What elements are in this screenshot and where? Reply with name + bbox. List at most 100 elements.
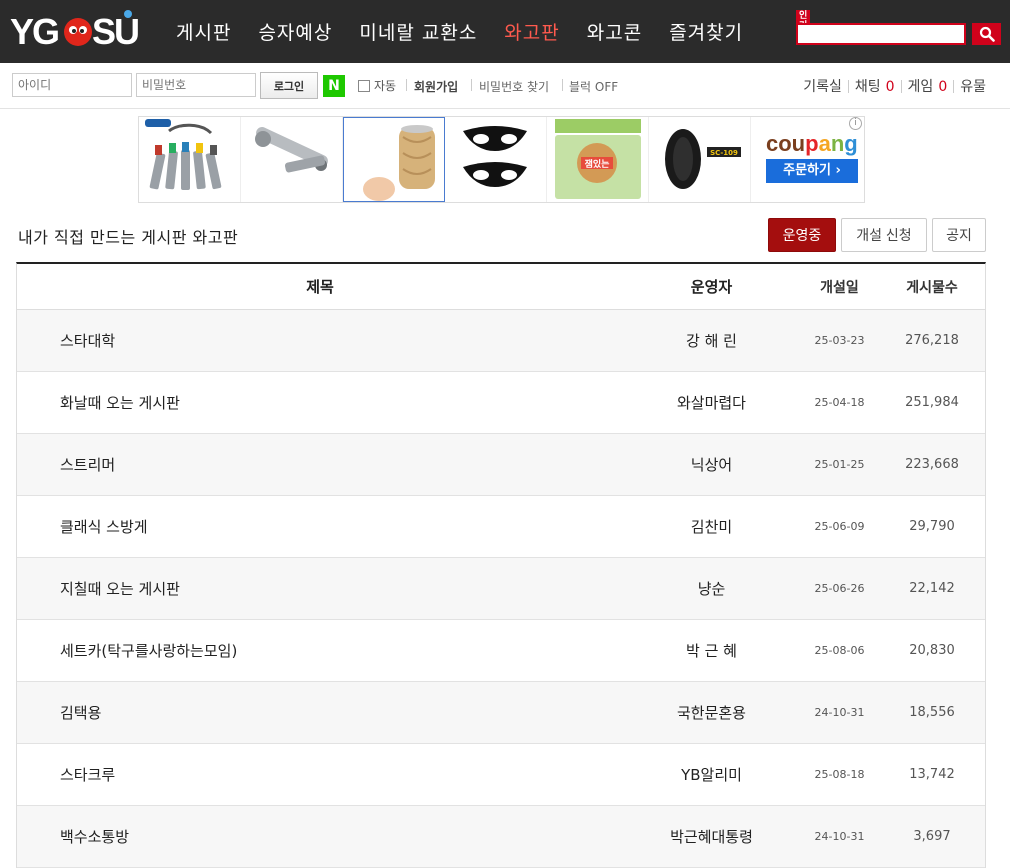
- board-title-cell[interactable]: 백수소통방: [17, 826, 623, 847]
- board-title-cell[interactable]: 클래식 스방게: [17, 516, 623, 537]
- table-body: 스타대학 강 해 린 25-03-23 276,218 화날때 오는 게시판 와살마렵다 2…: [17, 310, 985, 868]
- table-row[interactable]: 스트리머 닉상어 25-01-25 223,668: [17, 434, 985, 496]
- running-button[interactable]: 운영중: [768, 218, 836, 252]
- auto-login-checkbox[interactable]: 자동: [358, 77, 396, 94]
- game-link[interactable]: 게임 0: [908, 76, 948, 96]
- table-row[interactable]: 백수소통방 박근혜대통령 24-10-31 3,697: [17, 806, 985, 868]
- tire-model-text: SC-109: [710, 149, 738, 157]
- ad-info-icon[interactable]: i: [849, 117, 862, 130]
- notice-button[interactable]: 공지: [932, 218, 986, 252]
- table-row[interactable]: 김택용 국한문혼용 24-10-31 18,556: [17, 682, 985, 744]
- coupang-order-button[interactable]: 주문하기 ›: [766, 159, 858, 183]
- search-input[interactable]: [796, 23, 966, 45]
- divider: [847, 79, 849, 93]
- created-date-cell: 24-10-31: [814, 830, 865, 843]
- created-date-cell: 25-01-25: [814, 458, 865, 471]
- coupang-logo: coupang: [766, 131, 858, 156]
- password-input[interactable]: [136, 73, 256, 97]
- created-date-cell: 25-03-23: [814, 334, 865, 347]
- post-count-cell: 223,668: [905, 457, 959, 472]
- signup-link[interactable]: 회원가입: [414, 78, 458, 95]
- screwdriver-image: [255, 127, 328, 173]
- search-icon: [979, 26, 995, 42]
- coupang-ad[interactable]: coupang 주문하기 › i: [751, 117, 864, 202]
- created-date-cell: 25-08-18: [814, 768, 865, 781]
- snack-text: 잼있는: [585, 158, 610, 170]
- chat-count: 0: [885, 79, 895, 95]
- login-bar: 로그인 N 자동 회원가입 비밀번호 찾기 블럭 OFF 기록실 채팅0 게임0…: [0, 63, 1010, 109]
- post-count-cell: 3,697: [913, 829, 951, 844]
- user-shortcuts: 기록실 채팅 0 게임 0 유물: [803, 76, 986, 96]
- naver-login-icon[interactable]: N: [323, 75, 345, 97]
- divider: [471, 79, 472, 91]
- board-title-cell[interactable]: 지칠때 오는 게시판: [17, 578, 623, 599]
- table-row[interactable]: 세트카(탁구를사랑하는모임) 박 근 혜 25-08-06 20,830: [17, 620, 985, 682]
- nav-item-board[interactable]: 게시판: [176, 18, 231, 45]
- user-id-input[interactable]: [12, 73, 132, 97]
- tire-image: SC-109: [665, 129, 741, 189]
- screwdriver-ad[interactable]: [241, 117, 343, 202]
- open-request-button[interactable]: 개설 신청: [841, 218, 927, 252]
- operator-cell: 강 해 린: [686, 332, 737, 350]
- nav-item-wagopan[interactable]: 와고판: [504, 18, 559, 45]
- table-header: 제목 운영자 개설일 게시물수: [17, 264, 985, 310]
- cartoon-eyes-ad[interactable]: [445, 117, 547, 202]
- post-count-cell: 13,742: [909, 767, 955, 782]
- login-button[interactable]: 로그인: [260, 72, 318, 99]
- post-count-cell: 276,218: [905, 333, 959, 348]
- snack-bread-ad[interactable]: 잼있는: [547, 117, 649, 202]
- wrench-set-image: [145, 119, 222, 190]
- find-password-link[interactable]: 비밀번호 찾기: [479, 78, 549, 95]
- board-title-cell[interactable]: 세트카(탁구를사랑하는모임): [17, 640, 623, 661]
- ad-banner-strip: 잼있는 SC-109 coupang 주문하기 › i: [138, 116, 865, 203]
- nav-item-predictions[interactable]: 승자예상: [258, 18, 332, 45]
- block-toggle-link[interactable]: 블럭 OFF: [569, 78, 618, 95]
- board-title-cell[interactable]: 스트리머: [17, 454, 623, 475]
- board-title-cell[interactable]: 김택용: [17, 702, 623, 723]
- operator-cell: 닉상어: [690, 456, 733, 474]
- cartoon-eyes-image: [463, 126, 527, 187]
- column-header-created: 개설일: [820, 279, 859, 296]
- svg-text:YG: YG: [10, 11, 58, 52]
- record-room-link[interactable]: 기록실: [803, 76, 842, 96]
- tire-ad[interactable]: SC-109: [649, 117, 751, 202]
- operator-cell: 김찬미: [690, 518, 733, 536]
- table-row[interactable]: 화날때 오는 게시판 와살마렵다 25-04-18 251,984: [17, 372, 985, 434]
- post-count-cell: 20,830: [909, 643, 955, 658]
- board-title-cell[interactable]: 화날때 오는 게시판: [17, 392, 623, 413]
- wood-tumbler-image: [363, 125, 435, 201]
- created-date-cell: 25-04-18: [814, 396, 865, 409]
- created-date-cell: 25-06-09: [814, 520, 865, 533]
- chat-label: 채팅: [854, 79, 881, 95]
- column-header-title: 제목: [306, 278, 334, 296]
- chat-link[interactable]: 채팅 0: [855, 76, 895, 96]
- relics-link[interactable]: 유물: [960, 76, 986, 96]
- created-date-cell: 24-10-31: [814, 706, 865, 719]
- board-title-cell[interactable]: 스타크루: [17, 764, 623, 785]
- nav-item-favorites[interactable]: 즐겨찾기: [669, 18, 743, 45]
- nav-item-mineral-exchange[interactable]: 미네랄 교환소: [359, 18, 477, 45]
- game-count: 0: [938, 79, 948, 95]
- table-row[interactable]: 스타대학 강 해 린 25-03-23 276,218: [17, 310, 985, 372]
- main-nav: 게시판 승자예상 미네랄 교환소 와고판 와고콘 즐겨찾기: [176, 0, 770, 63]
- board-title-cell[interactable]: 스타대학: [17, 330, 623, 351]
- checkbox-box[interactable]: [358, 79, 370, 92]
- table-row[interactable]: 지칠때 오는 게시판 냥순 25-06-26 22,142: [17, 558, 985, 620]
- wrench-set-ad[interactable]: [139, 117, 241, 202]
- created-date-cell: 25-08-06: [814, 644, 865, 657]
- created-date-cell: 25-06-26: [814, 582, 865, 595]
- operator-cell: 박근혜대통령: [670, 828, 753, 846]
- post-count-cell: 29,790: [909, 519, 955, 534]
- nav-item-wagocon[interactable]: 와고콘: [587, 18, 642, 45]
- table-row[interactable]: 클래식 스방게 김찬미 25-06-09 29,790: [17, 496, 985, 558]
- game-label: 게임: [907, 79, 934, 95]
- search-button[interactable]: [972, 23, 1001, 45]
- ygosu-logo[interactable]: YG SU: [10, 6, 140, 52]
- wood-tumbler-ad[interactable]: [343, 117, 445, 202]
- table-row[interactable]: 스타크루 YB알리미 25-08-18 13,742: [17, 744, 985, 806]
- page-title: 내가 직접 만드는 게시판 와고판: [18, 228, 239, 247]
- auto-login-label: 자동: [374, 79, 397, 93]
- snack-bread-image: 잼있는: [555, 119, 641, 199]
- svg-text:SU: SU: [92, 11, 138, 52]
- divider: [953, 79, 955, 93]
